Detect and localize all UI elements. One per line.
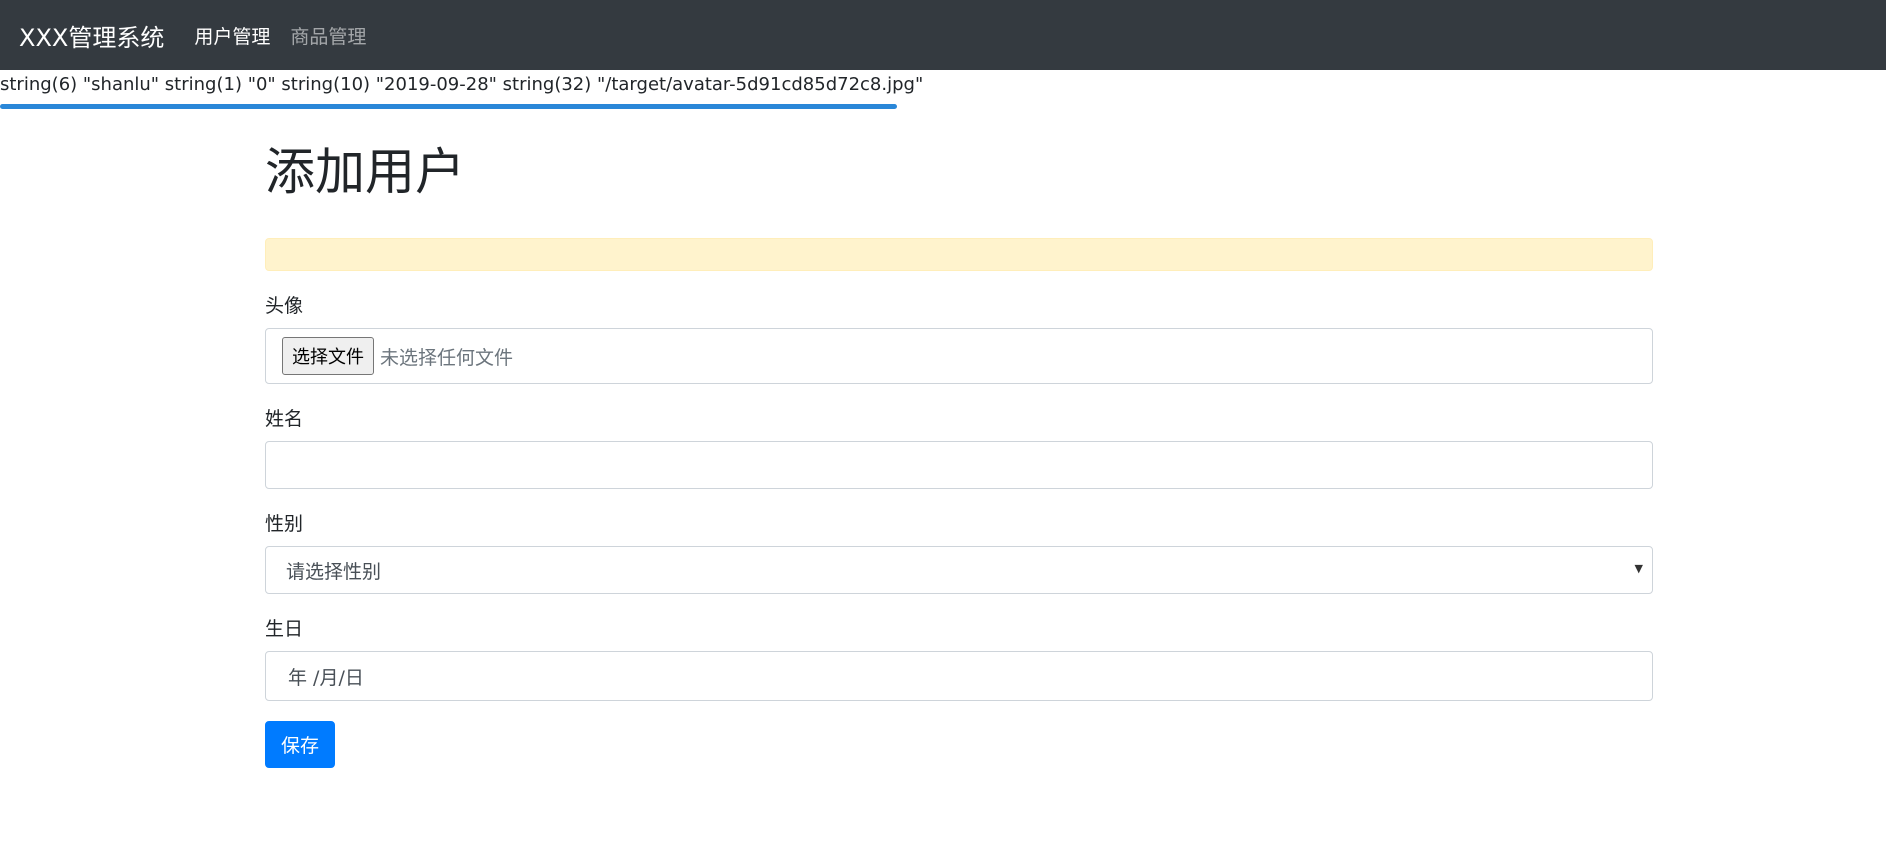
choose-file-button[interactable]: 选择文件	[282, 337, 374, 375]
alert-warning	[265, 238, 1653, 271]
file-status-text: 未选择任何文件	[380, 346, 514, 369]
navbar-brand[interactable]: XXX管理系统	[19, 18, 164, 53]
avatar-file-input[interactable]: 选择文件 未选择任何文件	[265, 328, 1653, 384]
form-group-birthday: 生日 年 /月/日	[265, 617, 1653, 701]
page-title: 添加用户	[265, 143, 465, 201]
debug-underline	[0, 104, 897, 109]
caret-down-icon: ▼	[1634, 562, 1643, 575]
main-container: 添加用户 头像 选择文件 未选择任何文件 姓名 性别 请选择性别 ▼ 生日 年 …	[265, 136, 1653, 768]
avatar-label: 头像	[265, 295, 304, 317]
gender-selected-value: 请选择性别	[286, 560, 382, 583]
debug-output: string(6) "shanlu" string(1) "0" string(…	[0, 74, 924, 95]
gender-select[interactable]: 请选择性别 ▼	[265, 546, 1653, 594]
birthday-label: 生日	[265, 618, 304, 640]
gender-label: 性别	[265, 513, 304, 535]
form-group-avatar: 头像 选择文件 未选择任何文件	[265, 294, 1653, 384]
name-input[interactable]	[265, 441, 1653, 489]
save-button[interactable]: 保存	[265, 721, 336, 768]
nav-link-user-management[interactable]: 用户管理	[194, 22, 270, 49]
form-group-name: 姓名	[265, 407, 1653, 489]
name-label: 姓名	[265, 408, 304, 430]
birthday-date-input[interactable]: 年 /月/日	[265, 651, 1653, 701]
top-navbar: XXX管理系统 用户管理 商品管理	[0, 0, 1886, 70]
nav-link-product-management[interactable]: 商品管理	[290, 22, 366, 49]
birthday-placeholder: 年 /月/日	[288, 666, 364, 689]
form-group-gender: 性别 请选择性别 ▼	[265, 512, 1653, 594]
